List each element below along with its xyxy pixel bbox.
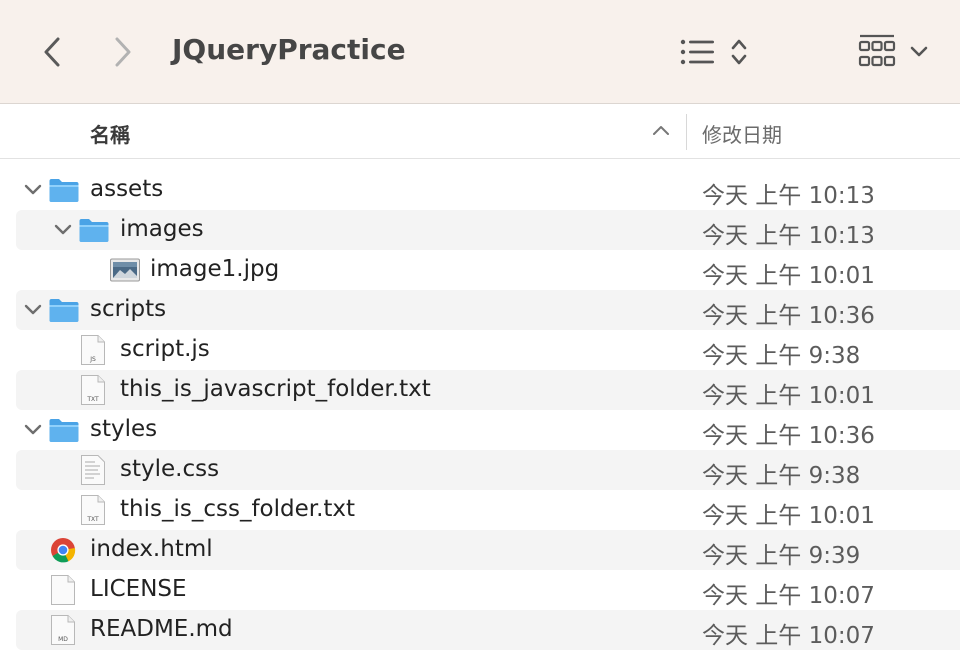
file-row[interactable]: index.html 今天 上午 9:39 — [16, 530, 960, 570]
toolbar: JQueryPractice — [0, 0, 960, 104]
file-row[interactable]: style.css 今天 上午 9:38 — [16, 450, 960, 490]
grid-group-icon — [858, 34, 896, 67]
back-button[interactable] — [32, 30, 72, 74]
file-row[interactable]: scripts 今天 上午 10:36 — [16, 290, 960, 330]
file-name: README.md — [90, 616, 233, 642]
file-date-modified: 今天 上午 9:38 — [702, 463, 861, 489]
file-row[interactable]: MD README.md 今天 上午 10:07 — [16, 610, 960, 650]
file-name: this_is_css_folder.txt — [120, 496, 356, 522]
group-by-button[interactable] — [858, 32, 938, 72]
column-header: 名稱 修改日期 — [0, 105, 960, 159]
css-file-icon — [80, 454, 106, 490]
file-row[interactable]: styles 今天 上午 10:36 — [16, 410, 960, 450]
svg-text:MD: MD — [58, 636, 68, 643]
disclosure-chevron-down-icon[interactable] — [54, 222, 72, 238]
list-view-icon — [680, 39, 714, 65]
chevron-left-icon — [44, 37, 60, 67]
file-name: assets — [90, 176, 164, 202]
file-date-modified: 今天 上午 10:36 — [702, 303, 875, 329]
disclosure-chevron-down-icon[interactable] — [24, 182, 42, 198]
file-row[interactable]: JS script.js 今天 上午 9:38 — [16, 330, 960, 370]
file-date-modified: 今天 上午 10:07 — [702, 583, 875, 609]
svg-text:JS: JS — [89, 356, 96, 363]
folder-icon — [48, 417, 80, 447]
file-name: images — [120, 216, 204, 242]
file-date-modified: 今天 上午 10:01 — [702, 263, 875, 289]
disclosure-chevron-down-icon[interactable] — [24, 422, 42, 438]
document-icon: MD — [50, 614, 76, 650]
file-date-modified: 今天 上午 10:36 — [702, 423, 875, 449]
forward-button[interactable] — [103, 30, 143, 74]
file-date-modified: 今天 上午 10:01 — [702, 383, 875, 409]
column-date-header[interactable]: 修改日期 — [702, 119, 782, 148]
file-row[interactable]: TXT this_is_javascript_folder.txt 今天 上午 10… — [16, 370, 960, 410]
document-icon: TXT — [80, 494, 106, 530]
blank-file-icon — [50, 574, 76, 610]
document-icon: TXT — [80, 374, 106, 410]
file-date-modified: 今天 上午 10:07 — [702, 623, 875, 649]
file-row[interactable]: LICENSE 今天 上午 10:07 — [16, 570, 960, 610]
file-name: scripts — [90, 296, 167, 322]
chevron-down-icon — [910, 46, 928, 57]
svg-text:TXT: TXT — [86, 516, 99, 523]
list-view-button[interactable] — [680, 34, 760, 70]
image-file-icon — [110, 258, 140, 286]
folder-icon — [78, 217, 110, 247]
chrome-html-file-icon — [50, 537, 76, 567]
file-name: this_is_javascript_folder.txt — [120, 376, 431, 402]
file-date-modified: 今天 上午 9:38 — [702, 343, 861, 369]
folder-icon — [48, 177, 80, 207]
file-row[interactable]: assets 今天 上午 10:13 — [16, 170, 960, 210]
file-list: assets 今天 上午 10:13 images 今天 上午 10:13 image1… — [16, 170, 960, 650]
sort-ascending-icon[interactable] — [652, 124, 670, 136]
file-name: styles — [90, 416, 158, 442]
file-name: LICENSE — [90, 576, 187, 602]
column-name-header[interactable]: 名稱 — [90, 119, 130, 148]
file-name: index.html — [90, 536, 213, 562]
file-name: image1.jpg — [150, 256, 280, 282]
file-row[interactable]: image1.jpg 今天 上午 10:01 — [16, 250, 960, 290]
file-name: script.js — [120, 336, 210, 362]
file-row[interactable]: TXT this_is_css_folder.txt 今天 上午 10:01 — [16, 490, 960, 530]
file-row[interactable]: images 今天 上午 10:13 — [16, 210, 960, 250]
file-name: style.css — [120, 456, 220, 482]
file-date-modified: 今天 上午 10:13 — [702, 183, 875, 209]
file-date-modified: 今天 上午 10:13 — [702, 223, 875, 249]
file-date-modified: 今天 上午 9:39 — [702, 543, 861, 569]
document-icon: JS — [80, 334, 106, 370]
window-title: JQueryPractice — [172, 33, 406, 66]
svg-text:TXT: TXT — [86, 396, 99, 403]
disclosure-chevron-down-icon[interactable] — [24, 302, 42, 318]
column-divider[interactable] — [686, 114, 687, 150]
folder-icon — [48, 297, 80, 327]
sort-toggle-icon — [731, 39, 747, 65]
file-date-modified: 今天 上午 10:01 — [702, 503, 875, 529]
chevron-right-icon — [115, 37, 131, 67]
